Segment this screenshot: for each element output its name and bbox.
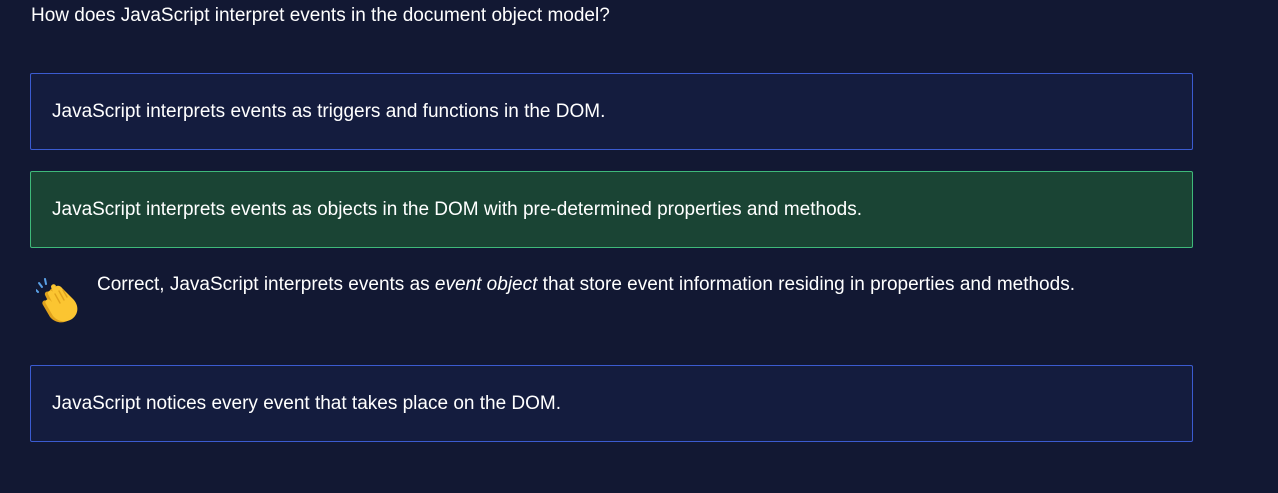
quiz-page: How does JavaScript interpret events in … [0,0,1278,493]
answer-option-2-correct[interactable]: JavaScript interprets events as objects … [30,171,1193,248]
answer-option-label: JavaScript notices every event that take… [52,392,562,414]
answer-option-1[interactable]: JavaScript interprets events as triggers… [30,73,1193,150]
clapping-hands-icon [35,278,84,324]
answer-option-3[interactable]: JavaScript notices every event that take… [30,365,1193,442]
answer-option-label: JavaScript interprets events as objects … [52,198,862,220]
question-text: How does JavaScript interpret events in … [31,5,610,26]
feedback-emphasis: event object [434,274,538,295]
answer-option-label: JavaScript interprets events as triggers… [52,100,606,122]
feedback-text: Correct, JavaScript interprets events as… [97,274,1075,295]
